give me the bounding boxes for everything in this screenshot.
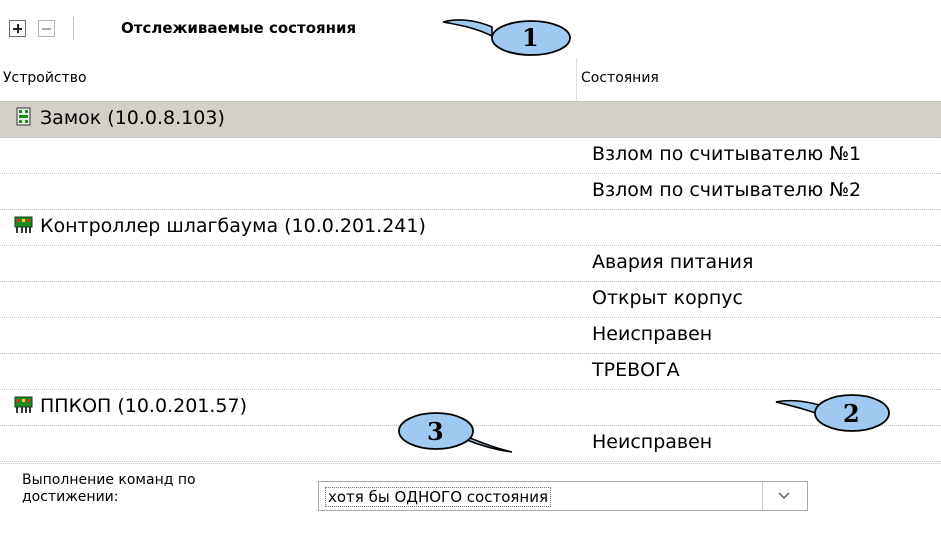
state-cell: Неисправен	[592, 323, 713, 345]
state-cell: Взлом по считывателю №1	[592, 143, 862, 165]
device-name: Замок (10.0.8.103)	[40, 107, 225, 129]
table-header: Устройство Состояния	[0, 58, 941, 102]
command-mode-select[interactable]: хотя бы ОДНОГО состояния	[318, 481, 808, 511]
state-cell: Авария питания	[592, 251, 754, 273]
dropdown-button[interactable]	[762, 482, 807, 510]
table-row[interactable]: Открыт корпус	[0, 282, 941, 318]
device-cell: Контроллер шлагбаума (10.0.201.241)	[14, 215, 426, 237]
panel-title: Отслеживаемые состояния	[121, 19, 357, 37]
remove-state-button[interactable]	[38, 20, 55, 37]
command-mode-label: Выполнение команд по достижении:	[22, 472, 196, 505]
toolbar-separator	[73, 17, 74, 40]
table-row[interactable]: Взлом по считывателю №2	[0, 174, 941, 210]
column-header-device[interactable]: Устройство	[3, 70, 87, 86]
state-cell: Неисправен	[592, 431, 713, 453]
table-row[interactable]: Неисправен	[0, 318, 941, 354]
callout-1	[442, 19, 571, 56]
callout-3-label: 3	[427, 417, 444, 446]
device-name: Контроллер шлагбаума (10.0.201.241)	[40, 215, 426, 237]
state-cell: ТРЕВОГА	[592, 359, 680, 381]
callout-2	[775, 394, 890, 432]
callout-3	[398, 412, 513, 453]
device-cell: ППКОП (10.0.201.57)	[14, 395, 247, 417]
controller-device-icon	[14, 216, 33, 233]
lock-device-icon	[16, 107, 31, 126]
table-row[interactable]: Взлом по считывателю №1	[0, 138, 941, 174]
command-mode-panel: Выполнение команд по достижении: хотя бы…	[0, 463, 941, 533]
table-row[interactable]: Замок (10.0.8.103)	[0, 102, 941, 138]
state-cell: Взлом по считывателю №2	[592, 179, 862, 201]
callout-1-label: 1	[522, 23, 539, 52]
panel-device-icon	[14, 396, 33, 413]
state-cell: Открыт корпус	[592, 287, 743, 309]
device-name: ППКОП (10.0.201.57)	[40, 395, 247, 417]
device-cell: Замок (10.0.8.103)	[14, 107, 225, 129]
add-state-button[interactable]	[9, 20, 26, 37]
chevron-down-icon	[778, 492, 790, 499]
command-mode-value: хотя бы ОДНОГО состояния	[325, 487, 551, 507]
column-header-states[interactable]: Состояния	[581, 70, 659, 86]
callout-2-label: 2	[843, 399, 860, 428]
column-divider[interactable]	[576, 58, 577, 101]
table-row[interactable]: Контроллер шлагбаума (10.0.201.241)	[0, 210, 941, 246]
table-row[interactable]: Авария питания	[0, 246, 941, 282]
